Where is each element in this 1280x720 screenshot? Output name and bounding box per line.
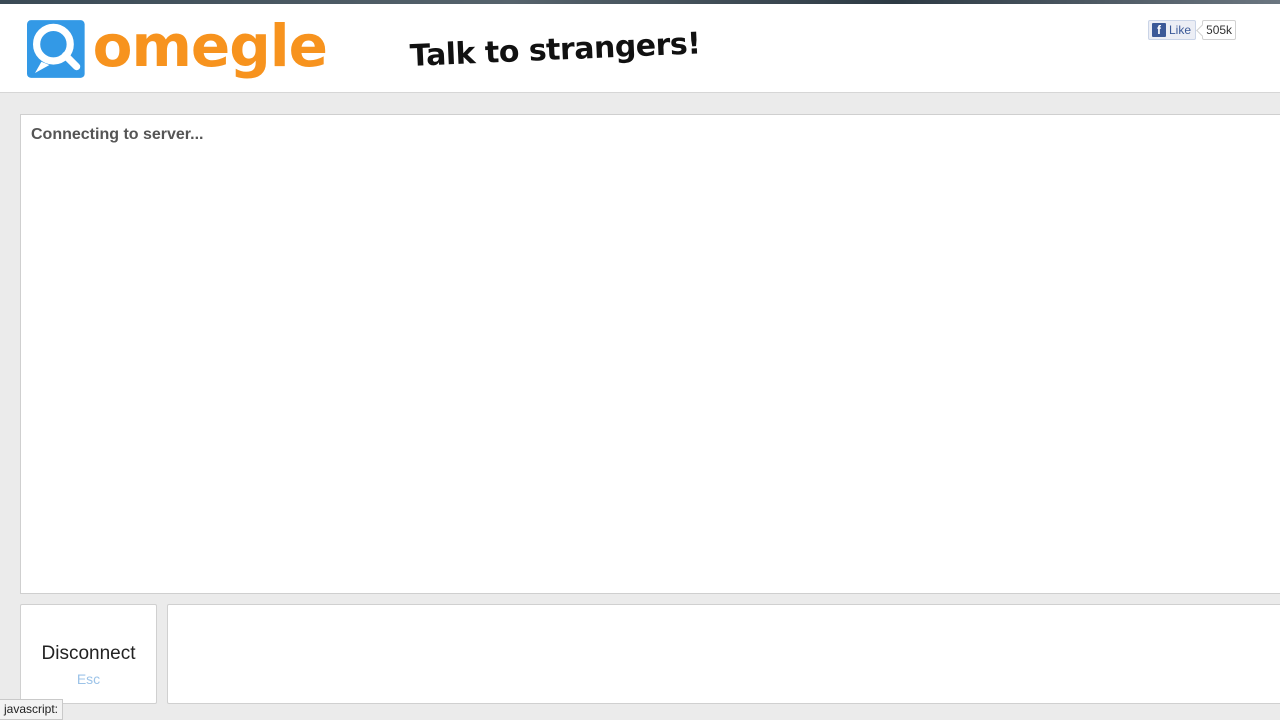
tagline: Talk to strangers! (409, 26, 702, 74)
omegle-chat-bubble-icon (27, 20, 85, 78)
facebook-like-label: Like (1169, 23, 1192, 37)
omegle-logo[interactable]: omegle (27, 12, 328, 85)
message-input[interactable] (167, 604, 1280, 704)
chat-log[interactable]: Connecting to server... (20, 114, 1280, 594)
disconnect-shortcut-hint: Esc (76, 671, 101, 687)
facebook-like-count: 505k (1202, 20, 1237, 40)
disconnect-button[interactable]: Disconnect Esc (20, 604, 157, 704)
connection-status-message: Connecting to server... (31, 126, 204, 143)
facebook-f-icon: f (1152, 23, 1166, 37)
disconnect-label: Disconnect (41, 643, 136, 664)
site-header: omegle Talk to strangers! f Like 505k (0, 4, 1280, 93)
logo-text: omegle (92, 12, 328, 80)
browser-status-bar: javascript: (0, 699, 64, 720)
facebook-like-button[interactable]: f Like (1148, 20, 1197, 40)
facebook-like-widget: f Like 505k (1148, 19, 1237, 41)
